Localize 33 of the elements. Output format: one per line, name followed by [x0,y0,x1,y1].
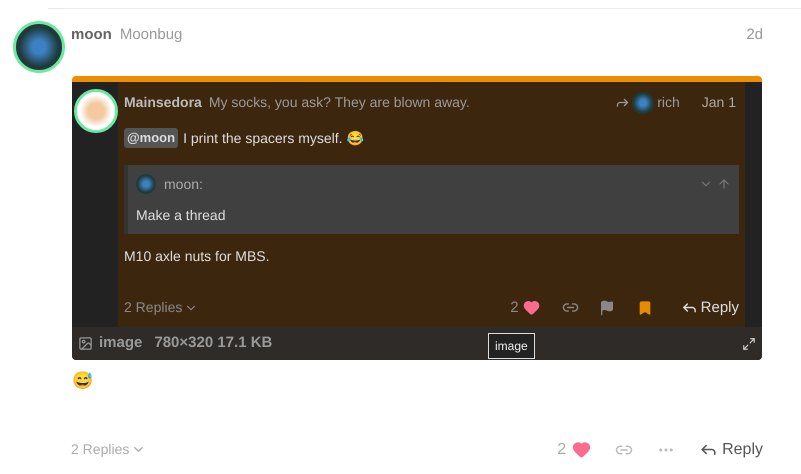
post-date[interactable]: Jan 1 [702,92,736,113]
post-date[interactable]: 2d [746,24,763,46]
reply-button[interactable]: Reply [680,296,739,319]
user-avatar [632,92,654,114]
reply-button[interactable]: Reply [699,438,763,462]
heart-icon[interactable] [572,440,592,459]
user-avatar [136,174,156,194]
image-icon [78,336,93,351]
quote-username[interactable]: moon: [164,174,203,194]
user-avatar [74,88,118,132]
image-name: image [99,333,142,354]
tooltip: image [488,332,535,358]
replies-toggle[interactable]: 2 Replies [124,297,198,318]
reply-to-username[interactable]: rich [657,92,680,113]
user-title: My socks, you ask? They are blown away. [208,93,470,112]
embedded-image-card[interactable]: Mainsedora My socks, you ask? They are blown away. rich Jan 1 @moon I print the spacers myself. 😂 moon: Make a thread M10 axle nuts for MBS. 2 Replies 2 Reply image 780×320 17.1 KB image [72,76,762,360]
bookmark-icon[interactable] [636,300,653,316]
user-avatar [13,21,65,73]
full-name[interactable]: Moonbug [120,24,182,46]
post-text: I print the spacers myself. [183,128,343,148]
post-text: M10 axle nuts for MBS. [124,246,271,266]
flag-icon[interactable] [598,300,615,316]
username[interactable]: moon [71,24,112,46]
mention-link[interactable]: @moon [124,128,178,148]
like-count: 2 [557,440,566,460]
quote-text: Make a thread [136,206,226,224]
like-count: 2 [510,298,519,318]
username[interactable]: Mainsedora [124,92,202,113]
image-meta: 780×320 17.1 KB [154,333,272,354]
emoji: 😂 [346,128,364,148]
expand-icon[interactable] [742,336,756,350]
emoji: 😅 [72,370,94,392]
heart-icon[interactable] [522,299,540,316]
